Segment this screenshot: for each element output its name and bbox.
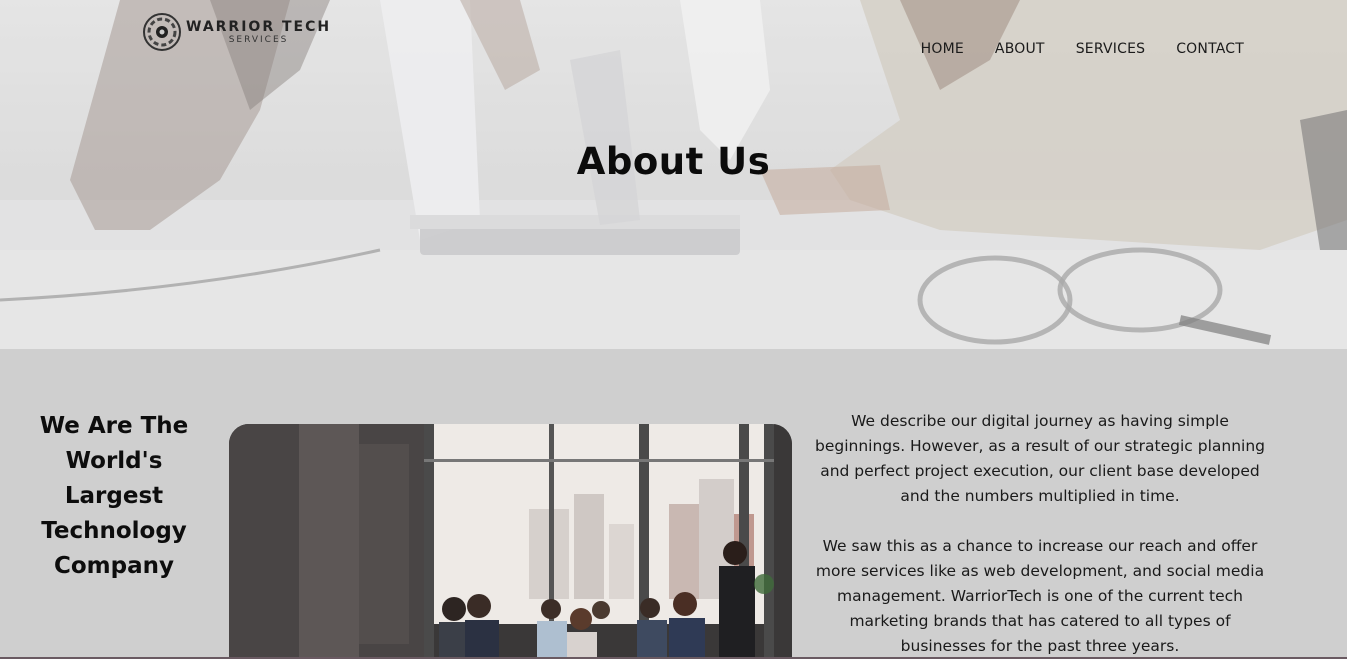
warrior-tech-logo-icon [143,13,181,51]
brand-title: WARRIOR TECH [186,18,332,35]
description-paragraph-1: We describe our digital journey as havin… [814,412,1266,505]
nav-services[interactable]: SERVICES [1076,41,1146,57]
nav-about[interactable]: ABOUT [995,41,1045,57]
main-nav: HOME ABOUT SERVICES CONTACT [921,41,1244,57]
team-meeting-photo [229,424,792,659]
team-meeting-image [229,424,792,659]
nav-home[interactable]: HOME [921,41,964,57]
section-headline: We Are The World's Largest Technology Co… [39,413,189,579]
about-section: We Are The World's Largest Technology Co… [0,349,1347,659]
nav-contact[interactable]: CONTACT [1176,41,1244,57]
description-paragraph-2: We saw this as a chance to increase our … [815,537,1265,655]
brand-subtitle: SERVICES [228,34,289,45]
about-description: We describe our digital journey as havin… [806,409,1274,659]
hero-banner: WARRIOR TECH SERVICES HOME ABOUT SERVICE… [0,0,1347,349]
page-title: About Us [576,140,771,183]
brand-logo[interactable]: WARRIOR TECH SERVICES [142,10,331,54]
